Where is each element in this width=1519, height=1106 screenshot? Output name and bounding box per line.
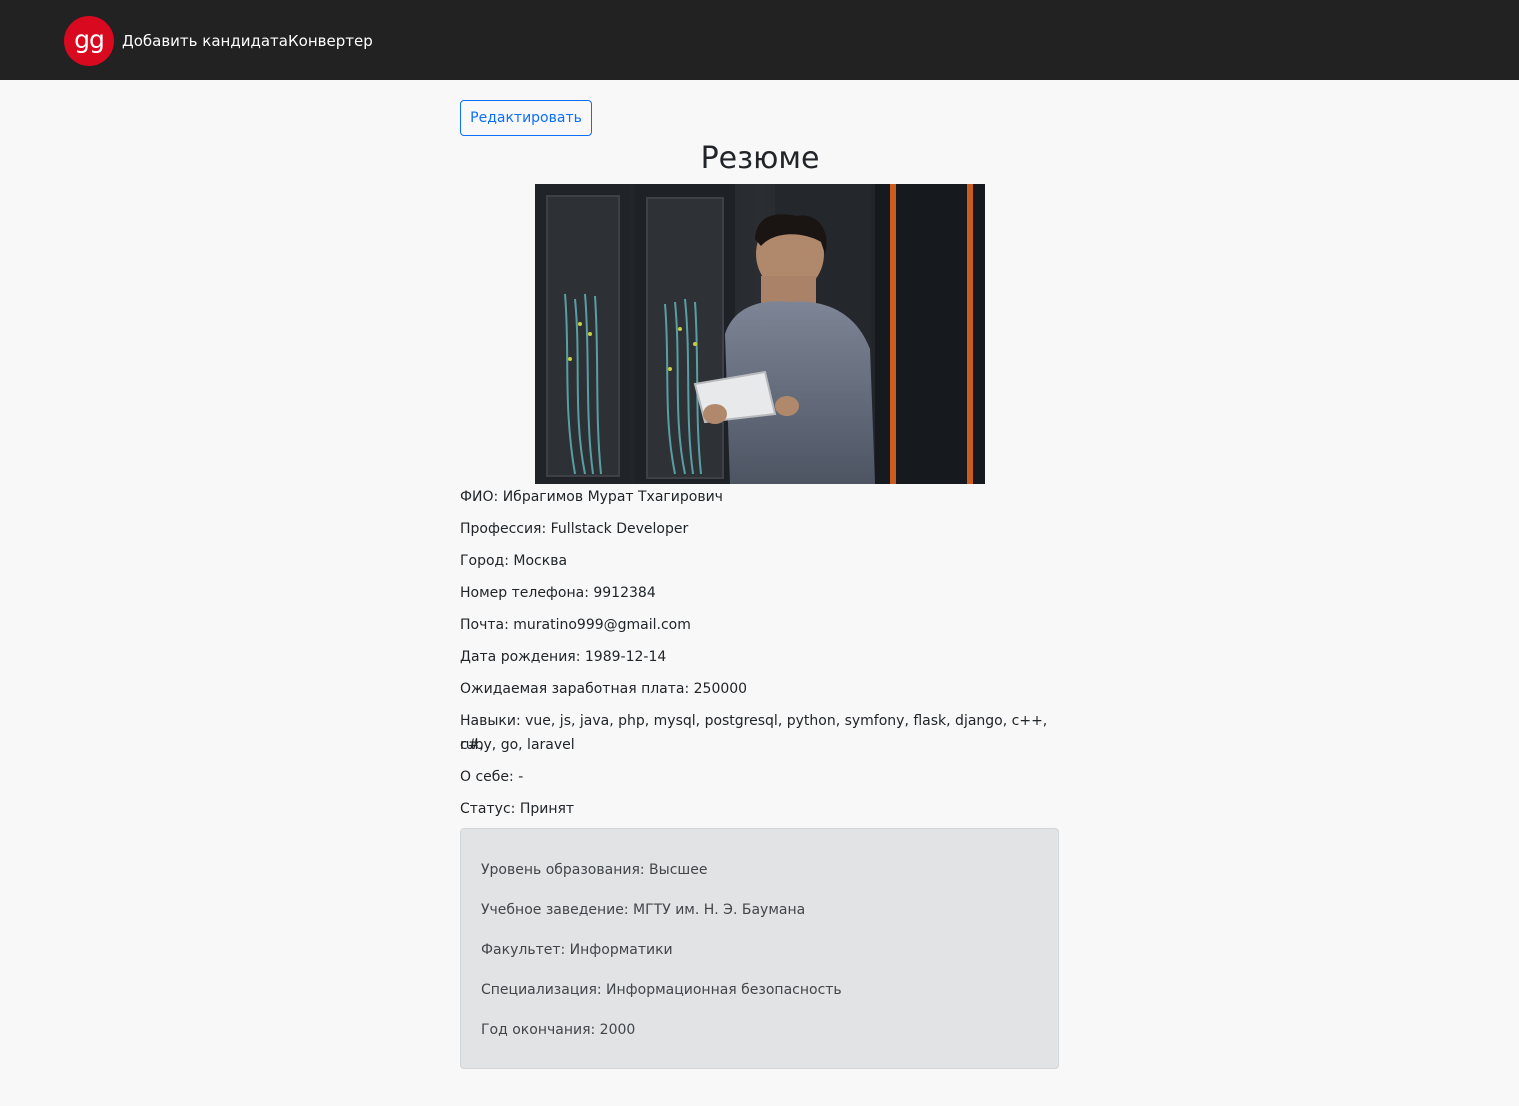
info-fio: ФИО: Ибрагимов Мурат Тхагирович: [460, 489, 723, 505]
info-profession: Профессия: Fullstack Developer: [460, 521, 689, 537]
info-about: О себе: -: [460, 769, 524, 785]
info-email: Почта: muratino999@gmail.com: [460, 617, 691, 633]
education-institution: Учебное заведение: МГТУ им. Н. Э. Бауман…: [481, 902, 806, 918]
navbar: gg Добавить кандидата Конвертер: [0, 0, 1519, 80]
nav-add-candidate-link[interactable]: Добавить кандидата: [122, 30, 288, 52]
brand-logo[interactable]: gg: [64, 16, 114, 66]
info-skills-line2: ruby, go, laravel: [460, 737, 575, 753]
edit-button[interactable]: Редактировать: [460, 100, 592, 136]
info-city: Город: Москва: [460, 553, 568, 569]
candidate-photo: [535, 184, 985, 484]
nav-converter-link[interactable]: Конвертер: [288, 30, 373, 52]
info-birth-date: Дата рождения: 1989-12-14: [460, 649, 667, 665]
page-title: Резюме: [700, 141, 820, 176]
info-phone: Номер телефона: 9912384: [460, 585, 656, 601]
info-status: Статус: Принят: [460, 801, 575, 817]
education-level: Уровень образования: Высшее: [481, 862, 708, 878]
info-salary: Ожидаемая заработная плата: 250000: [460, 681, 748, 697]
education-specialization: Специализация: Информационная безопаснос…: [481, 982, 842, 998]
education-panel: Уровень образования: Высшее Учебное заве…: [460, 828, 1059, 1069]
education-graduation-year: Год окончания: 2000: [481, 1022, 636, 1038]
education-faculty: Факультет: Информатики: [481, 942, 673, 958]
